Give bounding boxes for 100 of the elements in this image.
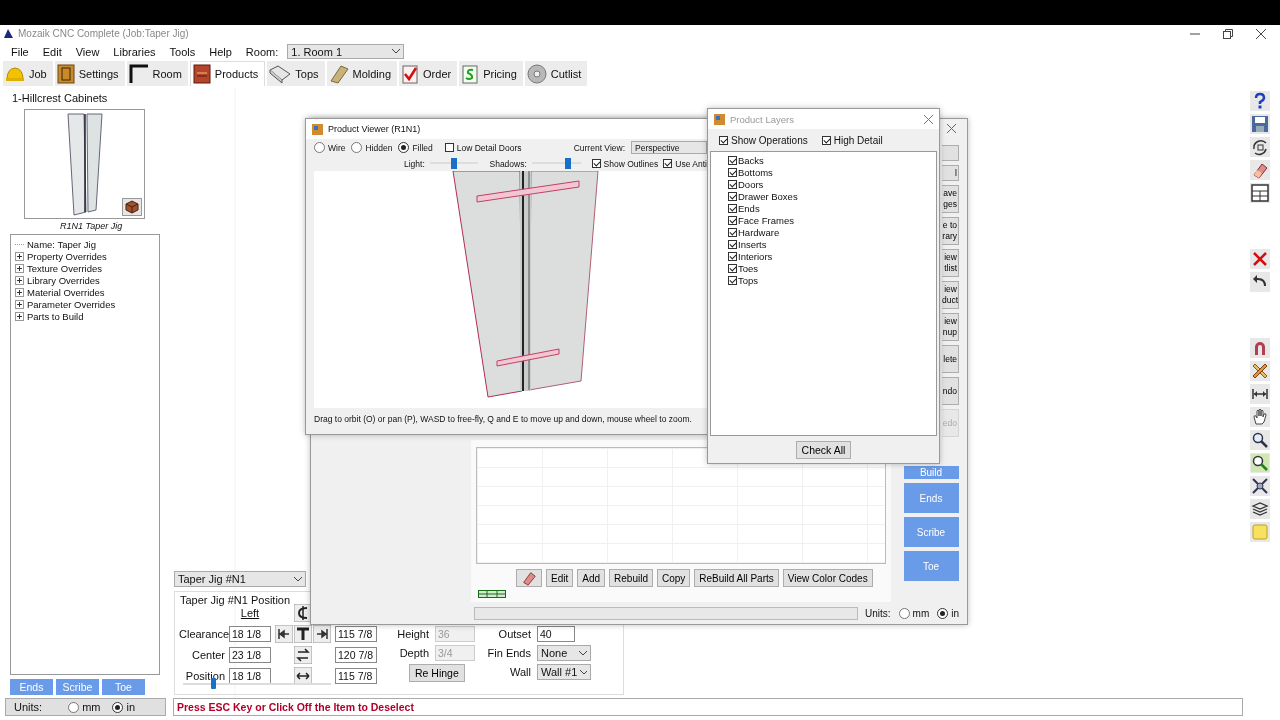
radio-button[interactable] <box>398 142 410 153</box>
room-dropdown[interactable]: 1. Room 1 <box>287 44 405 59</box>
zoom-icon[interactable] <box>1251 454 1269 472</box>
action-button[interactable]: Rebuild <box>609 569 653 587</box>
input-field[interactable]: 23 1/8 <box>229 647 271 663</box>
tee-icon[interactable] <box>294 625 312 643</box>
action-button[interactable]: Copy <box>656 569 691 587</box>
checkbox[interactable] <box>728 215 737 225</box>
corner-icon[interactable] <box>128 63 149 84</box>
side-button[interactable]: iew nup <box>942 313 959 341</box>
checkbox[interactable] <box>728 251 737 261</box>
slab-icon[interactable] <box>269 63 292 84</box>
radio-button[interactable] <box>314 142 325 153</box>
toolbar-tab[interactable]: Order <box>399 61 458 86</box>
expand-icon[interactable] <box>15 311 24 321</box>
expand-icon[interactable] <box>15 251 24 261</box>
tree-item[interactable]: Property Overrides <box>27 250 107 262</box>
tree-item[interactable]: Parts to Build <box>27 310 84 322</box>
checkbox[interactable] <box>591 159 601 168</box>
checkbox[interactable] <box>728 263 737 273</box>
checkbox[interactable] <box>728 191 737 201</box>
menu-item[interactable]: View <box>68 45 107 58</box>
align-left-icon[interactable] <box>275 625 293 643</box>
checkbox[interactable] <box>728 275 737 285</box>
layers-icon[interactable] <box>1251 500 1269 518</box>
tree-item[interactable]: Library Overrides <box>27 274 100 286</box>
expand-icon[interactable] <box>15 287 24 297</box>
hand-icon[interactable] <box>1251 408 1269 426</box>
expand-icon[interactable] <box>15 263 24 273</box>
eraser-button[interactable] <box>516 569 542 587</box>
close-icon[interactable] <box>1251 250 1269 268</box>
document-icon[interactable] <box>461 63 480 84</box>
action-button[interactable]: Edit <box>546 569 574 587</box>
tree-item[interactable]: Texture Overrides <box>27 262 102 274</box>
toolbar-tab[interactable]: Products <box>189 61 266 86</box>
side-button[interactable]: ave ges <box>942 185 959 213</box>
toolbar-tab[interactable]: Pricing <box>459 61 523 86</box>
dropdown[interactable]: Wall #1 <box>537 664 591 680</box>
molding-icon[interactable] <box>328 63 349 84</box>
checklist-icon[interactable] <box>401 63 420 84</box>
re-hinge-button[interactable]: Re Hinge <box>409 664 465 682</box>
side-button[interactable]: iew tlist <box>942 249 959 277</box>
action-button[interactable]: View Color Codes <box>782 569 873 587</box>
cabinet-icon[interactable] <box>192 64 211 84</box>
radio-button[interactable] <box>68 701 80 713</box>
checkbox[interactable] <box>444 143 454 152</box>
input-field[interactable]: 18 1/8 <box>229 626 271 642</box>
pencil-ruler-icon[interactable] <box>1251 362 1269 380</box>
input-field[interactable]: 115 7/8 <box>335 626 377 642</box>
toolbar-tab[interactable]: Molding <box>326 61 398 86</box>
slider-thumb[interactable] <box>565 158 572 169</box>
checkbox[interactable] <box>821 135 831 145</box>
menu-item[interactable]: File <box>4 45 36 58</box>
radio-button[interactable] <box>351 142 363 153</box>
restore-icon[interactable] <box>1223 28 1233 39</box>
checkbox[interactable] <box>728 179 737 189</box>
side-button[interactable]: lete <box>942 345 959 373</box>
zoom-icon[interactable] <box>1251 431 1269 449</box>
layout-icon[interactable] <box>1251 184 1269 202</box>
tree-item[interactable]: Material Overrides <box>27 286 105 298</box>
radio-button[interactable] <box>937 607 949 619</box>
eraser-icon[interactable] <box>1251 161 1269 179</box>
zoom-extents-icon[interactable] <box>1251 477 1269 495</box>
menu-item[interactable]: Help <box>202 45 239 58</box>
side-button[interactable]: ndo <box>942 377 959 405</box>
close-icon[interactable] <box>947 124 956 133</box>
rotate-icon[interactable] <box>1251 138 1269 156</box>
action-button[interactable]: ReBuild All Parts <box>694 569 779 587</box>
toolbar-tab[interactable]: Room <box>126 61 188 86</box>
align-right-icon[interactable] <box>313 625 331 643</box>
checkbox[interactable] <box>728 155 737 165</box>
input-field[interactable]: 18 1/8 <box>229 668 271 684</box>
check-all-button[interactable]: Check All <box>795 440 852 459</box>
view-3d-button[interactable] <box>122 198 142 216</box>
menu-item[interactable]: Libraries <box>106 45 163 58</box>
slider-thumb[interactable] <box>210 678 216 689</box>
menu-item[interactable]: Tools <box>162 45 203 58</box>
saw-blade-icon[interactable] <box>526 63 547 84</box>
swap-icon[interactable] <box>294 646 312 664</box>
checkbox[interactable] <box>728 203 737 213</box>
tree-item[interactable]: Parameter Overrides <box>27 298 116 310</box>
tree-item[interactable]: Name: Taper Jig <box>27 238 96 250</box>
close-icon[interactable] <box>924 114 933 124</box>
product-dropdown[interactable]: Taper Jig #N1 <box>174 571 306 587</box>
side-button[interactable]: iew duct <box>942 281 959 309</box>
side-button[interactable]: e to rary <box>942 217 959 245</box>
checkbox[interactable] <box>728 227 737 237</box>
side-button[interactable]: l <box>942 165 959 181</box>
radio-button[interactable] <box>898 607 910 619</box>
view-dropdown[interactable]: Perspective <box>631 141 707 154</box>
checkbox[interactable] <box>728 167 737 177</box>
double-arrow-icon[interactable] <box>294 667 312 685</box>
input-field[interactable]: 115 7/8 <box>335 668 377 684</box>
action-button[interactable]: Add <box>577 569 606 587</box>
checkbox[interactable] <box>663 159 673 168</box>
panel-icon[interactable] <box>56 63 75 84</box>
expand-icon[interactable] <box>15 275 24 285</box>
menu-item[interactable]: Edit <box>35 45 69 58</box>
slider-thumb[interactable] <box>451 158 458 169</box>
save-icon[interactable] <box>1251 115 1269 133</box>
